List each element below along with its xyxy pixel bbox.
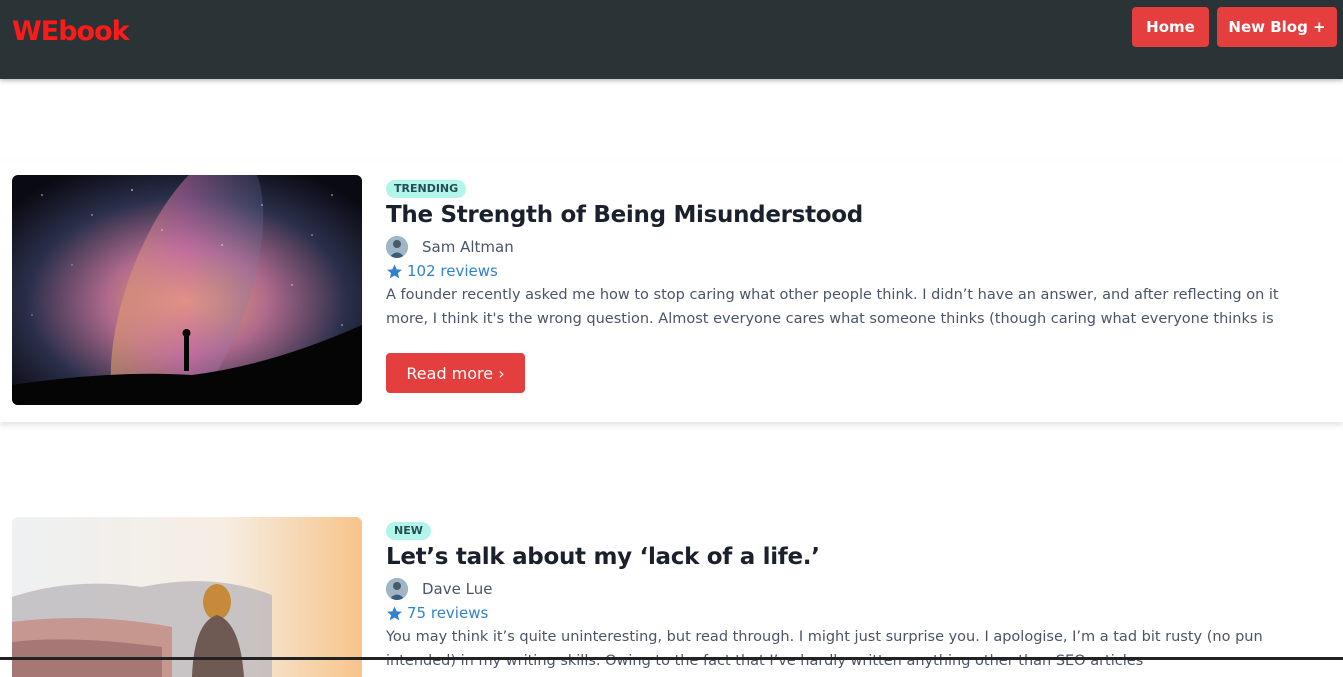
blog-card: NEW Let’s talk about my ‘lack of a life.… — [0, 503, 1343, 677]
reviews-count: 102 reviews — [407, 262, 498, 280]
new-blog-button[interactable]: New Blog + — [1217, 7, 1337, 47]
navbar: WEbook Home New Blog + — [0, 0, 1343, 79]
galaxy-image — [12, 175, 362, 405]
brand-logo[interactable]: WEbook — [12, 16, 130, 47]
post-title[interactable]: Let’s talk about my ‘lack of a life.’ — [386, 544, 820, 570]
post-excerpt: You may think it’s quite uninteresting, … — [386, 629, 1263, 669]
post-thumbnail[interactable] — [12, 517, 362, 677]
post-excerpt: A founder recently asked me how to stop … — [386, 287, 1279, 327]
reviews: 75 reviews — [386, 604, 488, 622]
author-info: Dave Lue — [386, 578, 492, 600]
status-badge: TRENDING — [386, 180, 467, 198]
reviews: 102 reviews — [386, 262, 498, 280]
blog-card: TRENDING The Strength of Being Misunders… — [0, 161, 1343, 422]
star-icon — [387, 263, 402, 278]
avatar — [386, 236, 408, 258]
avatar — [386, 578, 408, 600]
home-button[interactable]: Home — [1132, 7, 1209, 47]
read-more-button[interactable]: Read more › — [386, 353, 525, 393]
post-title[interactable]: The Strength of Being Misunderstood — [386, 202, 863, 228]
author-name: Sam Altman — [422, 238, 514, 256]
post-thumbnail[interactable] — [12, 175, 362, 405]
star-icon — [387, 605, 402, 620]
reviews-count: 75 reviews — [407, 604, 489, 622]
author-name: Dave Lue — [422, 580, 493, 598]
author-info: Sam Altman — [386, 236, 514, 258]
status-badge: NEW — [386, 522, 431, 540]
woman-landscape-image — [12, 517, 362, 677]
